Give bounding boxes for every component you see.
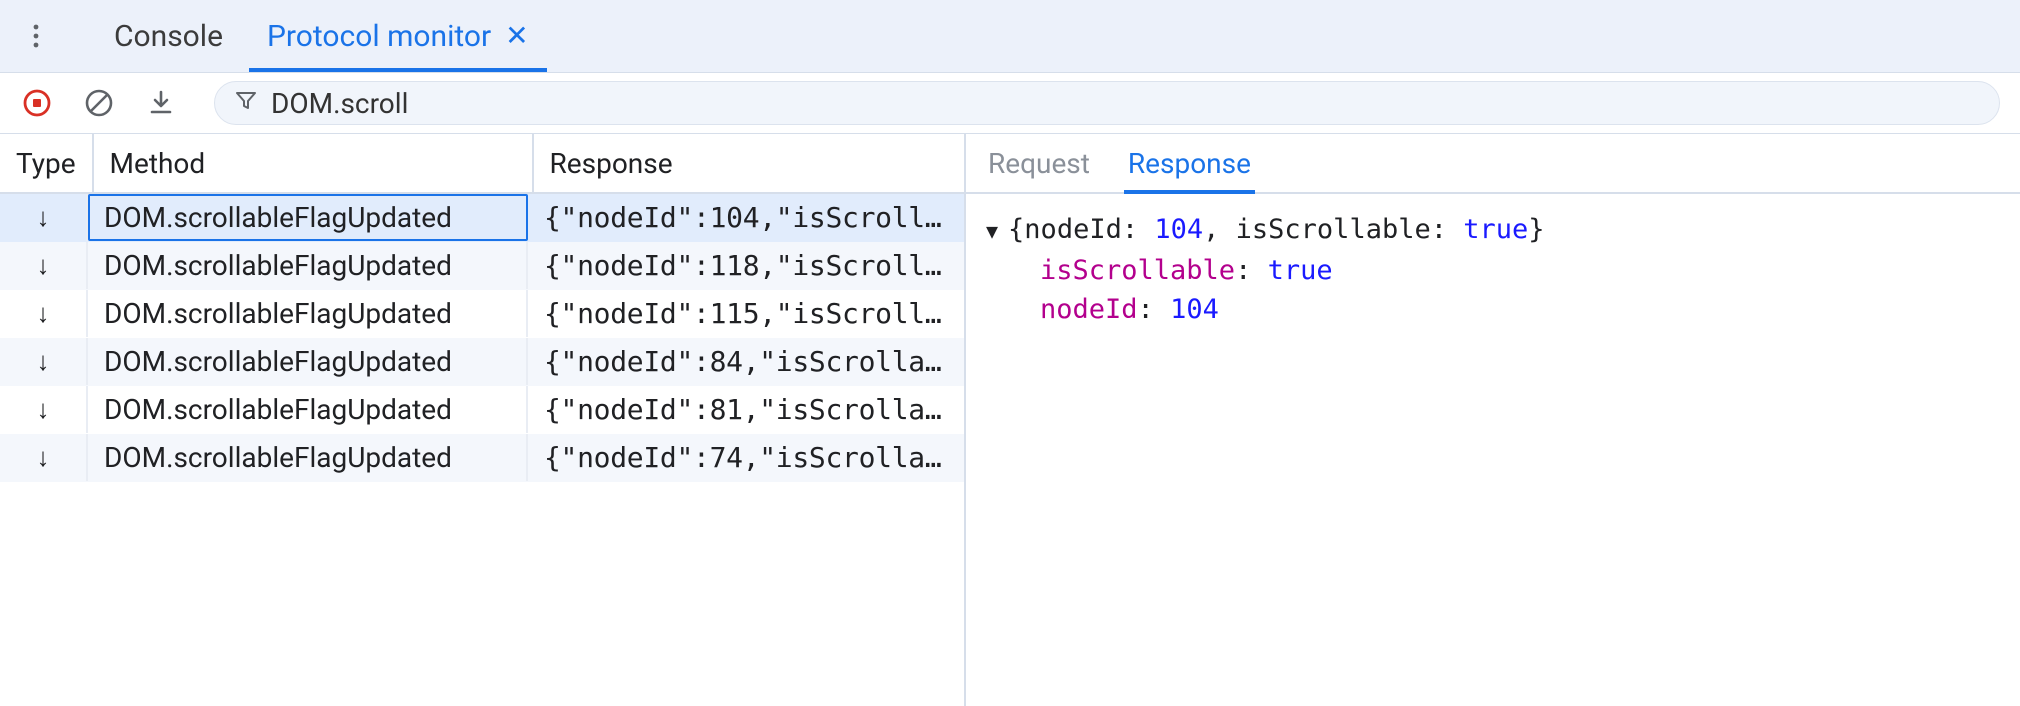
- response-cell: {"nodeId":115,"isScroll…: [528, 290, 964, 337]
- clear-button[interactable]: [82, 86, 116, 120]
- tree-prop[interactable]: isScrollable: true: [1040, 251, 2000, 290]
- col-header-type[interactable]: Type: [0, 134, 94, 192]
- table-row[interactable]: ↓ DOM.scrollableFlagUpdated{"nodeId":84,"…: [0, 338, 964, 386]
- arrow-down-icon: ↓: [37, 250, 50, 281]
- close-icon[interactable]: ✕: [505, 22, 528, 50]
- filter-input[interactable]: [271, 87, 1979, 120]
- tree-children: isScrollable: truenodeId: 104: [986, 251, 2000, 329]
- filter-icon: [235, 90, 257, 116]
- type-cell: ↓: [0, 338, 88, 385]
- detail-panel: Request Response ▼ {nodeId: 104, isScrol…: [966, 134, 2020, 706]
- method-cell: DOM.scrollableFlagUpdated: [88, 386, 528, 433]
- caret-down-icon[interactable]: ▼: [986, 217, 998, 246]
- detail-body: ▼ {nodeId: 104, isScrollable: true} isSc…: [966, 194, 2020, 706]
- col-header-method[interactable]: Method: [94, 134, 534, 192]
- tree-prop[interactable]: nodeId: 104: [1040, 290, 2000, 329]
- method-cell: DOM.scrollableFlagUpdated: [88, 194, 528, 241]
- detail-tab-response[interactable]: Response: [1126, 135, 1253, 192]
- tree-root[interactable]: ▼ {nodeId: 104, isScrollable: true}: [986, 210, 2000, 249]
- table-row[interactable]: ↓ DOM.scrollableFlagUpdated{"nodeId":81,"…: [0, 386, 964, 434]
- type-cell: ↓: [0, 194, 88, 241]
- arrow-down-icon: ↓: [37, 346, 50, 377]
- more-menu-icon[interactable]: [16, 16, 56, 56]
- prop-value: true: [1268, 255, 1333, 286]
- record-button[interactable]: [20, 86, 54, 120]
- prop-key: nodeId: [1040, 294, 1138, 325]
- drawer-tabbar: Console Protocol monitor ✕: [0, 0, 2020, 72]
- arrow-down-icon: ↓: [37, 202, 50, 233]
- tab-console[interactable]: Console: [96, 0, 241, 72]
- method-cell: DOM.scrollableFlagUpdated: [88, 434, 528, 481]
- event-table: Type Method Response ↓ DOM.scrollableFlag…: [0, 134, 966, 706]
- tab-label: Console: [114, 19, 223, 54]
- colon: :: [1235, 255, 1268, 286]
- type-cell: ↓: [0, 386, 88, 433]
- colon: :: [1138, 294, 1171, 325]
- detail-tabs: Request Response: [966, 134, 2020, 194]
- filter-box[interactable]: [214, 81, 2000, 125]
- tab-protocol-monitor[interactable]: Protocol monitor ✕: [249, 0, 547, 72]
- col-header-response[interactable]: Response: [534, 134, 964, 192]
- detail-tab-request[interactable]: Request: [986, 135, 1092, 192]
- table-row[interactable]: ↓ DOM.scrollableFlagUpdated{"nodeId":118,…: [0, 242, 964, 290]
- table-row[interactable]: ↓ DOM.scrollableFlagUpdated{"nodeId":115,…: [0, 290, 964, 338]
- arrow-down-icon: ↓: [37, 298, 50, 329]
- table-header: Type Method Response: [0, 134, 964, 194]
- arrow-down-icon: ↓: [37, 442, 50, 473]
- response-cell: {"nodeId":104,"isScroll…: [528, 194, 964, 241]
- method-cell: DOM.scrollableFlagUpdated: [88, 242, 528, 289]
- prop-value: 104: [1170, 294, 1219, 325]
- response-cell: {"nodeId":81,"isScrolla…: [528, 386, 964, 433]
- download-button[interactable]: [144, 86, 178, 120]
- type-cell: ↓: [0, 290, 88, 337]
- tab-label: Protocol monitor: [267, 19, 491, 54]
- method-cell: DOM.scrollableFlagUpdated: [88, 338, 528, 385]
- method-cell: DOM.scrollableFlagUpdated: [88, 290, 528, 337]
- table-row[interactable]: ↓ DOM.scrollableFlagUpdated{"nodeId":104,…: [0, 194, 964, 242]
- table-row[interactable]: ↓ DOM.scrollableFlagUpdated{"nodeId":74,"…: [0, 434, 964, 482]
- table-body: ↓DOM.scrollableFlagUpdated{"nodeId":104,…: [0, 194, 964, 706]
- prop-key: isScrollable: [1040, 255, 1235, 286]
- main-split: Type Method Response ↓ DOM.scrollableFlag…: [0, 134, 2020, 706]
- arrow-down-icon: ↓: [37, 394, 50, 425]
- protocol-toolbar: [0, 72, 2020, 134]
- type-cell: ↓: [0, 242, 88, 289]
- response-cell: {"nodeId":84,"isScrolla…: [528, 338, 964, 385]
- object-summary: {nodeId: 104, isScrollable: true}: [1008, 210, 1544, 249]
- type-cell: ↓: [0, 434, 88, 481]
- response-cell: {"nodeId":118,"isScroll…: [528, 242, 964, 289]
- response-cell: {"nodeId":74,"isScrolla…: [528, 434, 964, 481]
